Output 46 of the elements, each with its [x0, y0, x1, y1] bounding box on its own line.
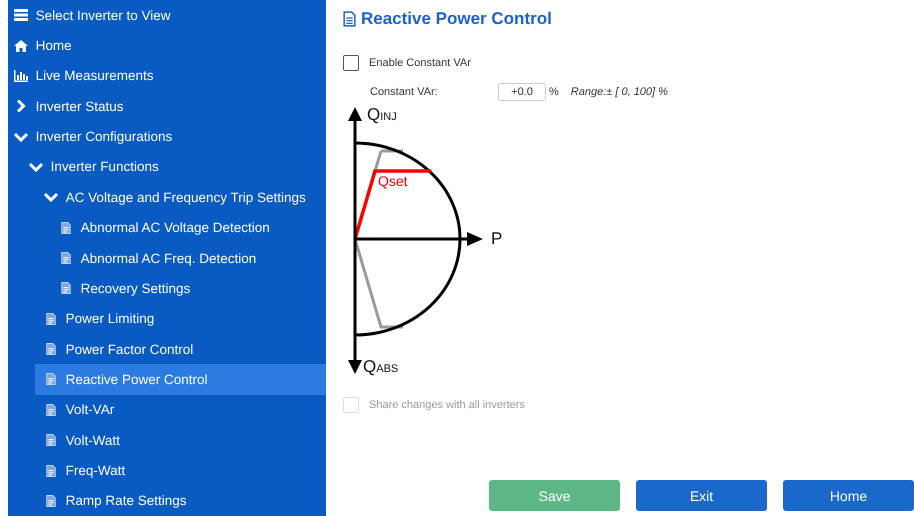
nav-button[interactable]: Exit	[636, 480, 767, 511]
chevron-down-icon	[44, 191, 58, 204]
constant-var-input[interactable]: +0.0	[498, 83, 546, 101]
sidebar-item[interactable]: Inverter Status	[8, 91, 326, 122]
curve-label: Qset	[378, 173, 408, 189]
range-hint: Range:± [ 0, 100] %	[570, 86, 668, 98]
sidebar-item[interactable]: Freq-Watt	[8, 455, 326, 486]
document-icon	[58, 282, 73, 294]
sidebar-item[interactable]: Abnormal AC Voltage Detection	[8, 212, 326, 243]
axis-label: P	[491, 229, 502, 249]
field-label: Constant VAr:	[370, 86, 439, 98]
checkbox-label: Enable Constant VAr	[369, 57, 471, 69]
document-icon	[44, 404, 58, 416]
sidebar-item[interactable]: Power Factor Control	[8, 334, 326, 364]
sidebar-item[interactable]: Volt-VAr	[8, 394, 326, 426]
sidebar-item[interactable]: Inverter Configurations	[8, 121, 326, 152]
document-icon	[343, 11, 356, 27]
sidebar-item[interactable]: AC Voltage and Frequency Trip Settings	[8, 182, 326, 213]
page-title: Reactive Power Control	[361, 9, 552, 29]
bar-chart-icon	[14, 70, 28, 82]
document-icon	[44, 494, 58, 507]
sidebar-item[interactable]: Reactive Power Control	[34, 364, 326, 395]
sidebar-item[interactable]: Inverter Functions	[8, 152, 326, 182]
list-icon	[14, 9, 28, 22]
document-icon	[44, 434, 58, 446]
chevron-down-icon	[14, 130, 28, 143]
checkbox-label: Share changes with all inverters	[369, 399, 525, 411]
checkbox[interactable]	[343, 55, 359, 71]
document-icon	[44, 343, 58, 356]
document-icon	[44, 373, 58, 386]
document-icon	[44, 312, 58, 325]
sidebar-item[interactable]: Volt-Watt	[8, 425, 326, 456]
home-icon	[14, 40, 28, 52]
unit-label: %	[549, 86, 559, 98]
sidebar-item[interactable]: Power Limiting	[8, 304, 326, 334]
document-icon	[44, 464, 58, 477]
document-icon	[58, 222, 73, 234]
sidebar-item[interactable]: Abnormal AC Freq. Detection	[8, 242, 326, 274]
sidebar-item[interactable]: Ramp Rate Settings	[8, 486, 326, 516]
document-icon	[58, 252, 73, 264]
chevron-down-icon	[28, 160, 43, 173]
sidebar-item[interactable]: Select Inverter to View	[8, 0, 326, 30]
sidebar-item[interactable]: Home	[8, 30, 326, 61]
sidebar-item[interactable]: Recovery Settings	[8, 273, 326, 304]
sidebar-item[interactable]: Live Measurements	[8, 60, 326, 92]
nav-button[interactable]: Home	[783, 480, 914, 511]
